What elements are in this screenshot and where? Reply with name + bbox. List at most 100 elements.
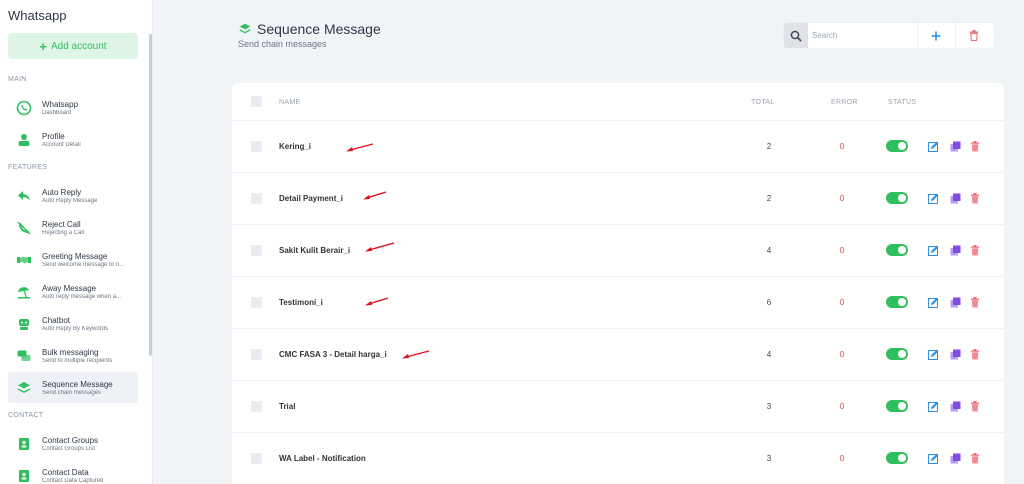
status-toggle[interactable]: [886, 192, 908, 204]
delete-button[interactable]: [969, 297, 980, 308]
copy-icon: [950, 453, 961, 464]
edit-button[interactable]: [928, 193, 939, 204]
sidebar-item-label: Auto Reply: [42, 187, 82, 197]
sidebar-item-label: Whatsapp: [42, 99, 79, 109]
sidebar-item-auto-reply[interactable]: Auto Reply Auto Reply Message: [8, 180, 138, 211]
row-name: WA Label - Notification: [279, 454, 366, 463]
edit-button[interactable]: [928, 141, 939, 152]
trash-icon: [970, 30, 978, 41]
row-checkbox[interactable]: [251, 141, 262, 152]
sidebar: Whatsapp + Add account MAIN Whatsapp Dash…: [0, 0, 153, 484]
sidebar-item-sub: Dashboard: [42, 109, 72, 116]
status-toggle[interactable]: [886, 296, 908, 308]
sidebar-item-sub: Rejecting a Call: [42, 229, 85, 236]
column-header-total: TOTAL: [751, 99, 775, 106]
status-toggle[interactable]: [886, 348, 908, 360]
layers-icon: [14, 378, 34, 398]
row-error: 0: [839, 402, 845, 411]
row-error: 0: [839, 454, 845, 463]
sidebar-item-label: Contact Groups: [42, 435, 99, 445]
row-name: Trial: [279, 402, 296, 411]
copy-button[interactable]: [950, 297, 961, 308]
sidebar-item-label: Greeting Message: [42, 251, 108, 261]
copy-button[interactable]: [950, 193, 961, 204]
sidebar-item-bulk-messaging[interactable]: Bulk messaging Send to multiple recipient…: [8, 340, 138, 371]
sidebar-item-away-message[interactable]: Away Message Auto reply message when a...: [8, 276, 138, 307]
copy-button[interactable]: [950, 141, 961, 152]
delete-button[interactable]: [969, 453, 980, 464]
row-total: 3: [766, 454, 772, 463]
row-checkbox[interactable]: [251, 349, 262, 360]
copy-button[interactable]: [950, 245, 961, 256]
sidebar-item-sub: Send welcome message to n...: [42, 261, 125, 268]
edit-button[interactable]: [928, 401, 939, 412]
sidebar-item-whatsapp[interactable]: Whatsapp Dashboard: [8, 92, 138, 123]
sidebar-item-profile[interactable]: Profile Account Detail: [8, 124, 138, 155]
sidebar-item-sequence-message[interactable]: Sequence Message Send chain messages: [8, 372, 138, 403]
row-total: 3: [766, 402, 772, 411]
delete-button[interactable]: [969, 141, 980, 152]
status-toggle[interactable]: [886, 452, 908, 464]
edit-button[interactable]: [928, 453, 939, 464]
trash-icon: [970, 245, 979, 256]
copy-icon: [950, 297, 961, 308]
sidebar-title: Whatsapp: [8, 8, 67, 23]
toolbar: [783, 22, 995, 49]
row-total: 4: [766, 246, 772, 255]
search-input[interactable]: [812, 26, 912, 45]
sidebar-item-greeting-message[interactable]: Greeting Message Send welcome message to …: [8, 244, 138, 275]
section-main: MAIN: [8, 76, 27, 83]
sidebar-item-contact-data[interactable]: Contact Data Contact Data Captured: [8, 460, 138, 484]
contact-card-icon: [14, 466, 34, 484]
sidebar-item-chatbot[interactable]: Chatbot Auto Reply By Keywords: [8, 308, 138, 339]
delete-button[interactable]: [969, 193, 980, 204]
copy-icon: [950, 401, 961, 412]
annotation-arrow-icon: [365, 297, 389, 306]
copy-button[interactable]: [950, 349, 961, 360]
edit-button[interactable]: [928, 245, 939, 256]
select-all-checkbox[interactable]: [251, 96, 262, 107]
table-row: Sakit Kulit Berair_i 4 0: [232, 224, 1004, 276]
annotation-arrow-icon: [363, 191, 387, 200]
edit-button[interactable]: [928, 349, 939, 360]
sidebar-item-sub: Auto reply message when a...: [42, 293, 122, 300]
add-sequence-button[interactable]: [917, 23, 955, 48]
sidebar-item-reject-call[interactable]: Reject Call Rejecting a Call: [8, 212, 138, 243]
robot-icon: [14, 314, 34, 334]
annotation-arrow-icon: [365, 242, 395, 252]
sidebar-item-sub: Auto Reply Message: [42, 197, 98, 204]
delete-button[interactable]: [969, 349, 980, 360]
row-checkbox[interactable]: [251, 453, 262, 464]
column-header-status: STATUS: [888, 99, 917, 106]
sidebar-scrollbar[interactable]: [149, 34, 152, 356]
search-button[interactable]: [784, 23, 808, 48]
sidebar-item-contact-groups[interactable]: Contact Groups Contact Groups List: [8, 428, 138, 459]
copy-button[interactable]: [950, 401, 961, 412]
status-toggle[interactable]: [886, 400, 908, 412]
add-account-button[interactable]: + Add account: [8, 33, 138, 59]
sidebar-item-label: Away Message: [42, 283, 97, 293]
row-checkbox[interactable]: [251, 401, 262, 412]
status-toggle[interactable]: [886, 140, 908, 152]
edit-icon: [928, 350, 938, 360]
delete-selected-button[interactable]: [955, 23, 993, 48]
table-row: Detail Payment_i 2 0: [232, 172, 1004, 224]
edit-icon: [928, 402, 938, 412]
reply-icon: [14, 186, 34, 206]
trash-icon: [970, 141, 979, 152]
trash-icon: [970, 297, 979, 308]
status-toggle[interactable]: [886, 244, 908, 256]
row-checkbox[interactable]: [251, 193, 262, 204]
phone-off-icon: [14, 218, 34, 238]
row-checkbox[interactable]: [251, 245, 262, 256]
copy-icon: [950, 193, 961, 204]
row-checkbox[interactable]: [251, 297, 262, 308]
column-header-error: ERROR: [831, 99, 858, 106]
annotation-arrow-icon: [346, 143, 374, 152]
copy-button[interactable]: [950, 453, 961, 464]
handshake-icon: [14, 250, 34, 270]
sidebar-item-sub: Contact Groups List: [42, 445, 96, 452]
edit-button[interactable]: [928, 297, 939, 308]
delete-button[interactable]: [969, 401, 980, 412]
delete-button[interactable]: [969, 245, 980, 256]
